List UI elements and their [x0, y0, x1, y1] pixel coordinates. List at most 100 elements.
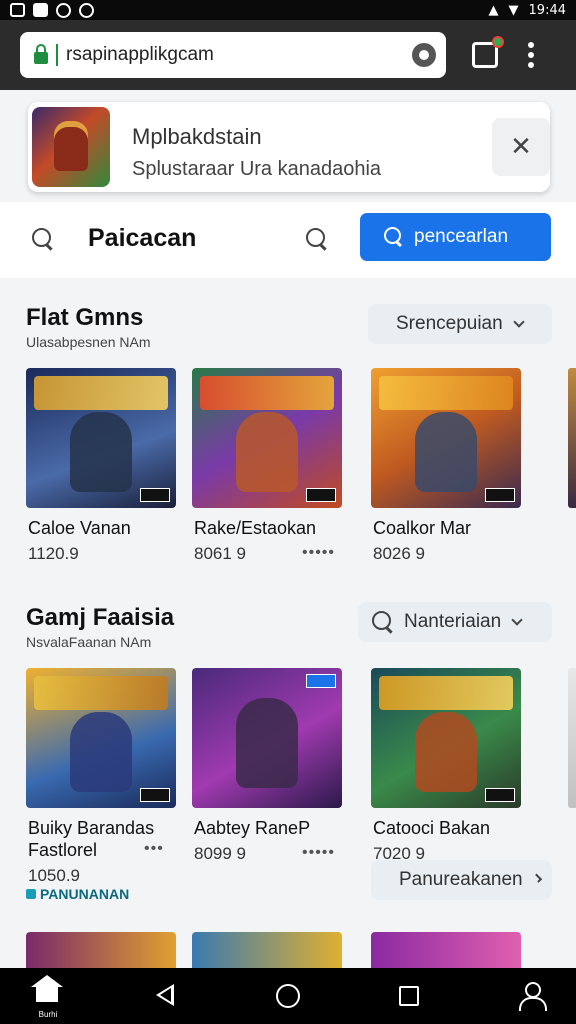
more-options-icon[interactable]: ••• [144, 840, 164, 858]
game-artwork [192, 368, 342, 508]
tab-notification-dot [492, 36, 504, 48]
featured-badge-icon [26, 889, 36, 899]
search-button[interactable]: pencearlan [360, 213, 551, 261]
more-options-icon[interactable]: ••••• [302, 544, 335, 562]
game-name-line2: Fastlorel [28, 840, 98, 860]
app-icon [79, 2, 94, 18]
install-banner[interactable]: Mplbakdstain Splustaraar Ura kanadaohia … [28, 102, 550, 192]
next-card-peek[interactable] [568, 368, 576, 508]
game-artwork [26, 668, 176, 808]
game-logo [379, 676, 513, 710]
game-size: 8026 9 [373, 544, 425, 563]
game-logo [34, 676, 168, 710]
game-name: Catooci Bakan [373, 818, 491, 838]
page-content: Mplbakdstain Splustaraar Ura kanadaohia … [0, 90, 576, 968]
game-logo [34, 376, 168, 410]
search-icon[interactable] [306, 228, 330, 252]
search-button-label: pencearlan [414, 226, 509, 247]
recents-icon[interactable] [399, 986, 419, 1006]
close-icon: ✕ [510, 132, 532, 162]
rating-badge [306, 488, 336, 502]
clock: 19:44 [528, 2, 566, 18]
lock-icon [34, 44, 48, 64]
section-search-dropdown[interactable]: Nanteriaian [358, 602, 552, 642]
featured-label: PANUNANAN [26, 886, 129, 902]
game-card-partial[interactable] [26, 932, 176, 968]
sync-icon [56, 2, 71, 18]
app-thumbnail [32, 107, 110, 187]
url-text[interactable]: rsapinapplikgcam [66, 44, 412, 66]
filter-label: Nanteriaian [404, 611, 502, 632]
close-banner-button[interactable]: ✕ [492, 118, 550, 176]
back-icon[interactable] [156, 984, 174, 1006]
search-icon [372, 611, 394, 633]
character-figure [415, 712, 477, 792]
status-bar: ▲ ▼ 19:44 [0, 0, 576, 20]
section-subtitle: NsvalaFaanan NAm [26, 634, 152, 650]
game-name: Rake/Estaokan [194, 518, 317, 538]
character-figure [236, 412, 298, 492]
more-button[interactable]: Panureakanen [371, 860, 552, 900]
game-name: Caloe Vanan [28, 518, 131, 538]
section-game-fantasy: Gamj Faaisia NsvalaFaanan NAm Nanteriaia… [0, 590, 576, 930]
game-card[interactable]: Aabtey RaneP 8099 9 ••••• [192, 668, 342, 863]
game-card-partial[interactable] [371, 932, 521, 968]
game-name: Aabtey RaneP [194, 818, 311, 838]
more-options-icon[interactable]: ••••• [302, 844, 335, 862]
section-filter-dropdown[interactable]: Srencepuian [368, 304, 552, 344]
rating-badge [140, 788, 170, 802]
featured-text: PANUNANAN [40, 886, 130, 902]
game-size: 8061 9 [194, 544, 246, 563]
section-title: Flat Gmns [26, 304, 144, 331]
search-icon[interactable] [32, 228, 56, 252]
game-size: 1120.9 [28, 544, 79, 563]
more-label: Panureakanen [399, 869, 523, 890]
game-name: Coalkor Mar [373, 518, 472, 538]
game-artwork [371, 368, 521, 508]
tabs-button[interactable] [472, 36, 504, 68]
game-artwork [26, 368, 176, 508]
section-flat-games: Flat Gmns Ulasabpesnen NAm Srencepuian C… [0, 290, 576, 590]
rating-badge [485, 788, 515, 802]
game-card-partial[interactable] [192, 932, 342, 968]
search-label: Paicacan [88, 224, 197, 252]
gallery-icon [10, 2, 25, 17]
home-button[interactable]: Burhi [30, 975, 66, 1020]
rating-badge [485, 488, 515, 502]
address-bar[interactable]: rsapinapplikgcam [20, 32, 446, 78]
next-card-peek[interactable] [568, 668, 576, 808]
bottom-navigation: Burhi [0, 968, 576, 1024]
rating-badge [140, 488, 170, 502]
game-card[interactable]: Caloe Vanan 1120.9 [26, 368, 176, 563]
game-logo [379, 376, 513, 410]
banner-subtitle: Splustaraar Ura kanadaohia [132, 158, 382, 180]
game-size: 1050.9 [28, 866, 80, 885]
url-divider [56, 44, 58, 66]
game-artwork [192, 668, 342, 808]
character-figure [70, 712, 132, 792]
chevron-down-icon [513, 316, 525, 328]
chevron-down-icon [511, 614, 523, 626]
search-icon [384, 227, 404, 247]
home-circle-icon[interactable] [276, 984, 300, 1008]
section-title: Gamj Faaisia [26, 604, 175, 631]
browser-toolbar: rsapinapplikgcam [0, 20, 576, 90]
page-action-icon[interactable] [412, 43, 436, 67]
profile-icon[interactable] [518, 982, 547, 1011]
signal-icon: ▲ [488, 2, 499, 18]
game-name: Buiky Barandas [28, 818, 155, 838]
game-logo [200, 376, 334, 410]
rating-badge [306, 674, 336, 688]
game-card[interactable]: Coalkor Mar 8026 9 [371, 368, 521, 563]
search-row: Paicacan pencearlan [0, 202, 576, 278]
game-card[interactable]: Catooci Bakan 7020 9 [371, 668, 521, 863]
home-label: Burhi [38, 1010, 58, 1019]
overflow-menu-button[interactable] [528, 42, 534, 68]
banner-title: Mplbakdstain [132, 124, 262, 149]
chevron-right-icon [532, 873, 543, 883]
game-card[interactable]: Rake/Estaokan 8061 9 ••••• [192, 368, 342, 563]
game-size: 8099 9 [194, 844, 246, 863]
character-figure [70, 412, 132, 492]
game-card[interactable]: Buiky Barandas Fastlorel 1050.9 ••• [26, 668, 176, 885]
section-subtitle: Ulasabpesnen NAm [26, 334, 151, 350]
